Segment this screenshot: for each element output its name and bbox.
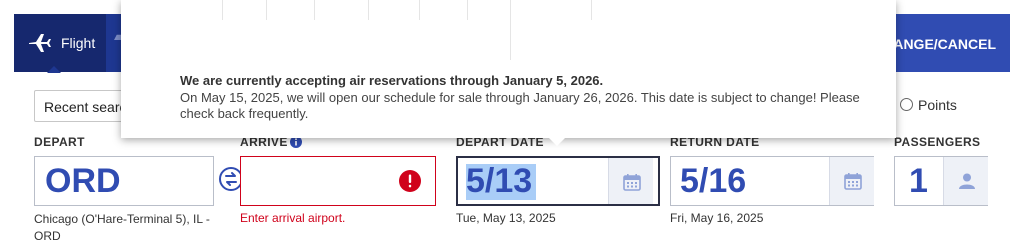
depart-date-calendar-button[interactable] xyxy=(608,158,653,204)
depart-input[interactable]: ORD xyxy=(34,156,214,206)
recent-searches-select[interactable]: Recent searc xyxy=(34,90,134,122)
depart-value: ORD xyxy=(45,162,121,200)
depart-label: DEPART xyxy=(34,135,85,149)
return-date-calendar-button[interactable] xyxy=(829,157,874,205)
schedule-tooltip: We are currently accepting air reservati… xyxy=(121,0,896,138)
points-option[interactable]: Points xyxy=(900,97,957,113)
arrive-error-message: Enter arrival airport. xyxy=(240,211,346,225)
passengers-input[interactable]: 1 xyxy=(894,156,988,206)
calendar-gridline xyxy=(419,0,420,20)
passengers-label: PASSENGERS xyxy=(894,135,981,149)
calendar-gridline xyxy=(266,0,267,20)
plane-icon xyxy=(29,34,51,52)
error-icon xyxy=(399,170,421,192)
tooltip-headline: We are currently accepting air reservati… xyxy=(180,73,604,88)
passengers-button[interactable] xyxy=(943,157,988,205)
tab-change-cancel[interactable]: ANGE/CANCEL xyxy=(893,14,1010,72)
calendar-gridline xyxy=(368,0,369,20)
points-label: Points xyxy=(918,97,957,113)
calendar-icon xyxy=(844,173,862,190)
depart-date-long: Tue, May 13, 2025 xyxy=(456,211,556,225)
calendar-gridline xyxy=(314,0,315,20)
calendar-icon xyxy=(623,174,641,191)
tooltip-arrow xyxy=(548,137,566,146)
depart-date-value: 5/13 xyxy=(466,162,533,200)
depart-date-input[interactable]: 5/13 xyxy=(456,156,660,206)
radio-icon[interactable] xyxy=(900,98,913,111)
arrive-input[interactable] xyxy=(240,156,436,206)
tab-change-cancel-label: ANGE/CANCEL xyxy=(893,36,996,52)
calendar-gridline xyxy=(510,0,511,60)
return-date-input[interactable]: 5/16 xyxy=(670,156,874,206)
person-icon xyxy=(959,173,975,189)
return-date-long: Fri, May 16, 2025 xyxy=(670,211,764,225)
tab-flight-label: Flight xyxy=(61,35,96,51)
calendar-gridline xyxy=(467,0,468,20)
tooltip-body: On May 15, 2025, we will open our schedu… xyxy=(180,90,860,121)
depart-airport-name: Chicago (O'Hare-Terminal 5), IL - ORD xyxy=(34,212,210,243)
recent-searches-label: Recent searc xyxy=(44,99,127,115)
tab-flight[interactable]: Flight xyxy=(14,14,106,72)
return-date-value: 5/16 xyxy=(680,162,747,200)
passengers-value: 1 xyxy=(909,162,928,200)
calendar-gridline xyxy=(591,0,592,20)
calendar-gridline xyxy=(222,0,223,20)
tab-indicator xyxy=(47,66,61,73)
